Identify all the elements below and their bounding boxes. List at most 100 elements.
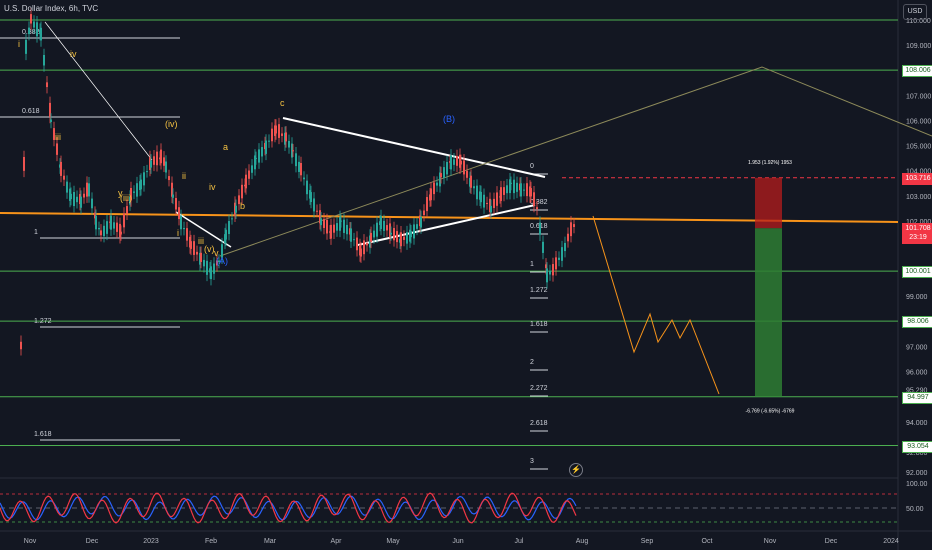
trend-line — [44, 21, 153, 161]
candle — [393, 228, 395, 241]
candle — [271, 128, 273, 142]
time-tick-label: Dec — [825, 538, 838, 545]
time-tick-label: May — [386, 538, 400, 545]
candle — [76, 196, 78, 203]
candle — [175, 198, 177, 210]
candle — [500, 187, 502, 201]
price-axis-tag: 93.054 — [902, 440, 932, 453]
candle — [450, 155, 452, 170]
price-axis-tag: 100.001 — [902, 266, 932, 279]
candle — [303, 177, 305, 180]
wave-label: (iv) — [165, 119, 178, 129]
candle — [530, 188, 532, 197]
candle — [70, 193, 72, 200]
candle — [433, 182, 435, 195]
candle — [383, 220, 385, 231]
candle — [213, 263, 215, 274]
fib-label-right: 1.618 — [530, 321, 548, 328]
candle — [483, 194, 485, 208]
candle — [496, 192, 498, 206]
candle — [106, 221, 108, 234]
candle — [50, 119, 52, 122]
candle — [168, 176, 170, 181]
candle — [486, 202, 488, 204]
candle — [336, 223, 338, 231]
wave-label: (B) — [443, 114, 455, 124]
candle — [440, 173, 442, 178]
candle — [506, 185, 508, 194]
candle — [380, 216, 382, 229]
candle — [300, 162, 302, 176]
fib-label-right: 1 — [530, 261, 534, 268]
time-tick-label: Sep — [641, 538, 654, 545]
candle — [225, 229, 227, 240]
candle — [110, 215, 112, 230]
candle — [476, 185, 478, 200]
price-chart[interactable]: 0.3820.61811.2721.61800.3820.61811.2721.… — [0, 0, 932, 550]
candle — [103, 225, 105, 237]
time-tick-label: Nov — [764, 538, 777, 545]
candle — [146, 171, 148, 173]
candle — [281, 133, 283, 136]
fib-label-right: 2.272 — [530, 385, 548, 392]
candle — [83, 193, 85, 198]
candle — [36, 22, 38, 37]
candle — [140, 179, 142, 190]
candle — [313, 198, 315, 212]
fib-label-left: 1.272 — [34, 318, 52, 325]
candle — [231, 218, 233, 220]
candle — [376, 222, 378, 237]
candle — [413, 224, 415, 239]
candle — [245, 174, 247, 189]
candle — [470, 175, 472, 188]
candle — [98, 227, 100, 230]
candle — [258, 149, 260, 163]
price-axis-tag: 94.997 — [902, 391, 932, 404]
candle — [463, 160, 465, 175]
candle — [350, 228, 352, 242]
candle — [323, 219, 325, 228]
candle — [295, 153, 297, 167]
candle — [275, 125, 277, 134]
candle — [66, 181, 68, 193]
candle — [210, 266, 212, 280]
take-profit-zone[interactable] — [755, 228, 782, 397]
time-tick-label: Aug — [576, 538, 589, 545]
triangle-upper-line — [282, 117, 546, 178]
candle — [443, 167, 445, 178]
candle — [346, 224, 348, 235]
candle — [503, 187, 505, 195]
price-axis-tag: 23:19 — [902, 232, 932, 245]
candle — [330, 224, 332, 239]
candle — [298, 161, 300, 172]
candle — [228, 221, 230, 235]
candle — [552, 264, 554, 276]
wave-label: iii — [55, 132, 61, 142]
candle — [255, 157, 257, 159]
time-tick-label: Jul — [515, 538, 524, 545]
candle — [88, 183, 90, 197]
candle — [265, 140, 267, 154]
time-tick-label: Dec — [86, 538, 99, 545]
candle — [320, 218, 322, 226]
lightning-icon[interactable]: ⚡ — [569, 463, 583, 477]
position-top-label: 1.953 (1.92%) 1953 — [748, 160, 792, 166]
symbol-title: U.S. Dollar Index, 6h, TVC — [4, 4, 99, 13]
candle — [120, 231, 122, 235]
fib-label-right: 1.272 — [530, 287, 548, 294]
time-tick-label: Oct — [702, 538, 713, 545]
candle — [516, 182, 518, 192]
candle — [100, 230, 102, 236]
candle — [493, 198, 495, 208]
currency-button[interactable]: USD — [903, 4, 927, 20]
stop-loss-zone[interactable] — [755, 177, 782, 229]
candle — [261, 147, 263, 157]
candle — [564, 242, 566, 252]
wave-label: i — [18, 39, 20, 49]
candle — [396, 231, 398, 243]
candle — [91, 198, 93, 209]
price-axis-tag: 108.006 — [902, 65, 932, 78]
osc-tick-label: 50.00 — [906, 506, 924, 513]
time-tick-label: Jun — [452, 538, 463, 545]
candle — [60, 161, 62, 176]
